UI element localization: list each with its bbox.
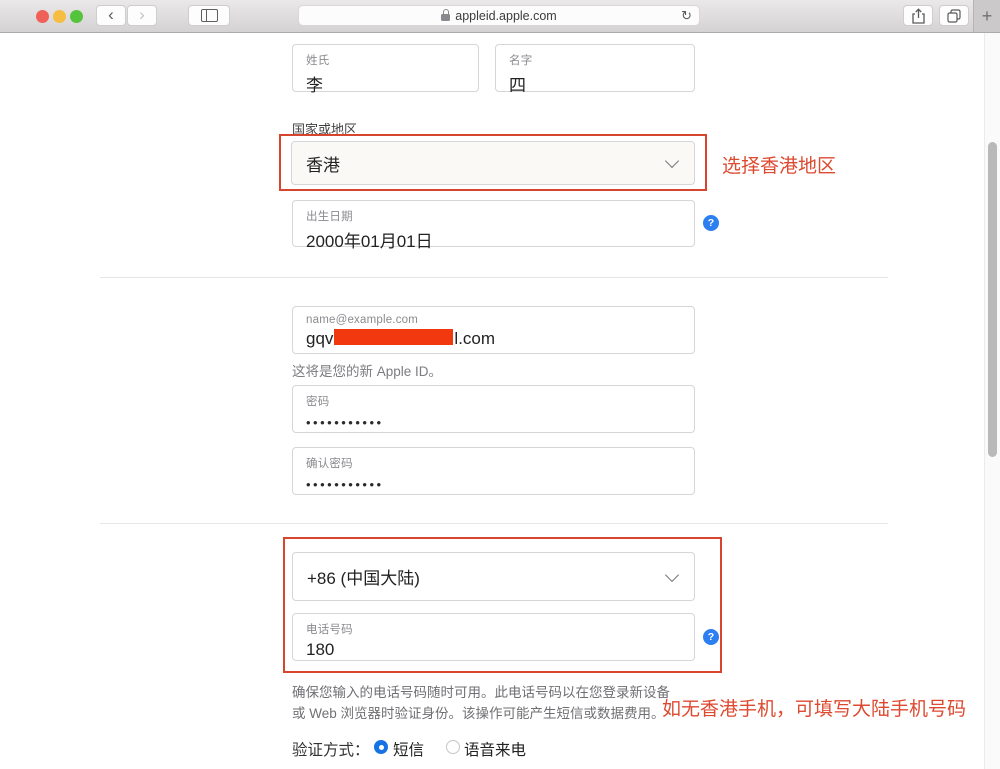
phone-annotation: 如无香港手机，可填写大陆手机号码 — [662, 694, 966, 721]
birthday-value: 2000年01月01日 — [306, 227, 681, 252]
chevron-down-icon — [665, 567, 679, 581]
phone-hint-line2: 或 Web 浏览器时验证身份。该操作可能产生短信或数据费用。 — [292, 702, 665, 722]
section-divider — [100, 523, 888, 524]
phone-country-select[interactable]: +86 (中国大陆) — [292, 552, 695, 601]
birthday-field[interactable]: 出生日期 2000年01月01日 — [292, 200, 695, 247]
forward-icon: › — [139, 6, 145, 23]
zoom-window-button[interactable] — [70, 10, 83, 23]
radio-sms-label[interactable]: 短信 — [393, 738, 424, 760]
email-placeholder-label: name@example.com — [306, 314, 681, 326]
redaction-block — [334, 329, 453, 345]
sidebar-button[interactable] — [188, 5, 230, 26]
birthday-label: 出生日期 — [306, 208, 681, 224]
first-name-label: 名字 — [509, 52, 681, 68]
scrollbar-thumb[interactable] — [988, 142, 997, 457]
share-button[interactable] — [903, 5, 933, 26]
phone-country-value: +86 (中国大陆) — [307, 564, 420, 589]
browser-toolbar: ‹ › appleid.apple.com ↻ + — [0, 0, 1000, 33]
password-value: ••••••••••• — [306, 415, 681, 430]
phone-hint-line1: 确保您输入的电话号码随时可用。此电话号码以在您登录新设备 — [292, 681, 670, 701]
address-bar[interactable]: appleid.apple.com ↻ — [298, 5, 700, 26]
last-name-field[interactable]: 姓氏 李 — [292, 44, 479, 92]
new-tab-button[interactable]: + — [973, 0, 1000, 32]
tab-overview-button[interactable] — [939, 5, 969, 26]
birthday-help-icon[interactable]: ? — [703, 215, 719, 231]
region-select[interactable]: 香港 — [291, 141, 695, 185]
lock-icon — [441, 14, 450, 21]
minimize-window-button[interactable] — [53, 10, 66, 23]
refresh-icon[interactable]: ↻ — [681, 8, 692, 24]
verify-method-label: 验证方式： — [292, 738, 370, 760]
back-icon: ‹ — [108, 6, 114, 23]
first-name-field[interactable]: 名字 四 — [495, 44, 695, 92]
email-value: gqvl.com — [306, 329, 681, 349]
radio-voice-call-label[interactable]: 语音来电 — [464, 738, 526, 760]
confirm-password-label: 确认密码 — [306, 455, 681, 471]
confirm-password-value: ••••••••••• — [306, 477, 681, 492]
confirm-password-field[interactable]: 确认密码 ••••••••••• — [292, 447, 695, 495]
region-annotation: 选择香港地区 — [722, 151, 836, 178]
section-divider — [100, 277, 888, 278]
last-name-value: 李 — [306, 71, 465, 96]
phone-number-field[interactable]: 电话号码 180 — [292, 613, 695, 661]
first-name-value: 四 — [509, 71, 681, 96]
close-window-button[interactable] — [36, 10, 49, 23]
region-value: 香港 — [306, 151, 340, 176]
url-text: appleid.apple.com — [455, 9, 556, 23]
plus-icon: + — [982, 6, 993, 27]
chevron-down-icon — [665, 154, 679, 168]
apple-id-note: 这将是您的新 Apple ID。 — [292, 360, 442, 380]
back-button[interactable]: ‹ — [96, 5, 126, 26]
radio-voice-call[interactable] — [446, 740, 460, 754]
phone-number-label: 电话号码 — [306, 621, 681, 637]
password-field[interactable]: 密码 ••••••••••• — [292, 385, 695, 433]
forward-button[interactable]: › — [127, 5, 157, 26]
radio-sms[interactable] — [374, 740, 388, 754]
tabs-icon — [947, 9, 961, 23]
sidebar-icon — [201, 9, 218, 22]
phone-help-icon[interactable]: ? — [703, 629, 719, 645]
email-field[interactable]: name@example.com gqvl.com — [292, 306, 695, 354]
phone-number-value: 180 — [306, 640, 681, 660]
password-label: 密码 — [306, 393, 681, 409]
last-name-label: 姓氏 — [306, 52, 465, 68]
share-icon — [912, 8, 925, 24]
